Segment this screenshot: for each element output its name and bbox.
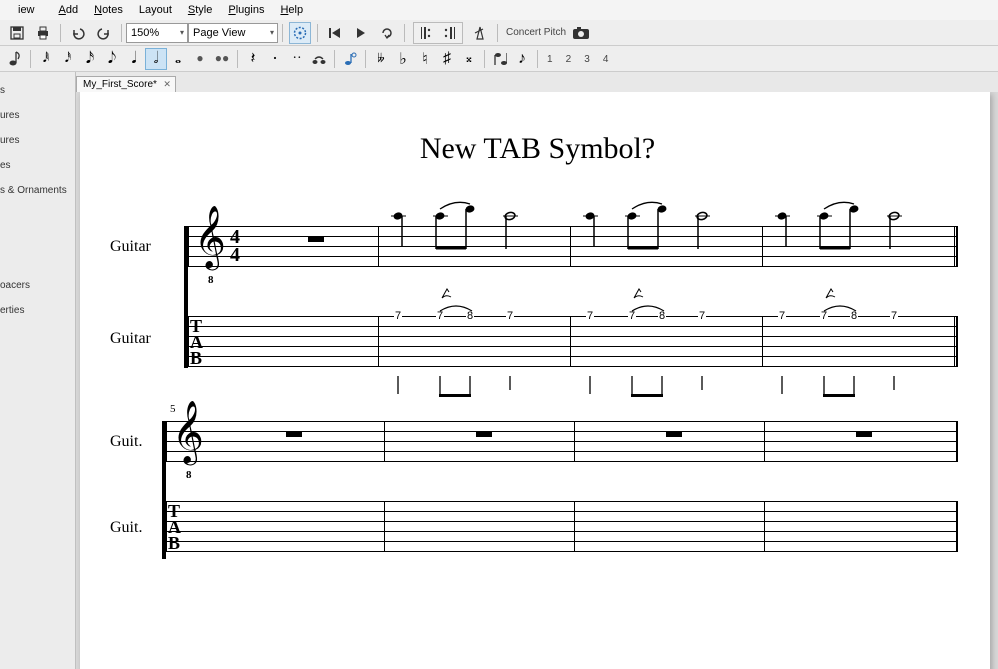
whole-rest	[476, 432, 492, 437]
menu-plugins[interactable]: PluginsPlugins	[220, 1, 272, 19]
dblflat-button[interactable]: 𝄫	[370, 48, 392, 70]
whole-rest	[666, 432, 682, 437]
palette-item[interactable]: es	[0, 153, 75, 178]
menu-layout[interactable]: Layout	[131, 1, 180, 19]
sharp-button[interactable]: ♯	[436, 48, 458, 70]
print-button[interactable]	[32, 22, 54, 44]
separator	[404, 24, 405, 42]
system-1: Guitar 𝄞 8 44	[110, 226, 965, 366]
toolbar-notes: 𝅘𝅥𝅱 𝅘𝅥𝅰 𝅘𝅥𝅯 𝅘𝅥𝅮 𝅘𝅥 𝅗𝅥 𝅝 ● ●● 𝄽 · ·· 𝄫 ♭ …	[0, 46, 998, 72]
menu-view[interactable]: iew	[2, 1, 51, 19]
note-8-button[interactable]: 𝅘𝅥𝅮	[101, 48, 123, 70]
separator	[60, 24, 61, 42]
note-4-button[interactable]: 𝅘𝅥	[123, 48, 145, 70]
voice-3-button[interactable]: 3	[579, 54, 595, 65]
standard-staff[interactable]: 𝄞 8	[166, 421, 958, 461]
score-canvas[interactable]: New TAB Symbol? Guitar 𝄞 8 44	[76, 92, 998, 669]
document-tab-label: My_First_Score*	[83, 79, 157, 90]
menubar: iew AAdddd NotesNotes Layout StyleStyle …	[0, 0, 998, 20]
tab-numbers: 7 7 8 7 7 7 8 7 7 7 8 7	[188, 316, 958, 366]
treble-clef: 𝄞	[172, 401, 204, 464]
dot2-button[interactable]: ··	[286, 48, 308, 70]
palette-item[interactable]: oacers	[0, 273, 75, 298]
voice-2-button[interactable]: 2	[561, 54, 577, 65]
note-ddot-button[interactable]: ●●	[211, 48, 233, 70]
separator	[365, 50, 366, 68]
system-2: 5 Guit. 𝄞 8 Guit.	[110, 421, 965, 551]
instrument-label: Guit.	[110, 433, 142, 451]
palette-item[interactable]: ures	[0, 103, 75, 128]
whole-rest	[856, 432, 872, 437]
palette-item[interactable]: erties	[0, 298, 75, 323]
separator	[334, 50, 335, 68]
tie-button[interactable]	[308, 48, 330, 70]
metronome2-button[interactable]	[469, 22, 491, 44]
menu-help[interactable]: HelpHelp	[272, 1, 311, 19]
palette-sidebar: s ures ures es s & Ornaments oacers erti…	[0, 72, 76, 669]
note-input-button[interactable]	[4, 48, 26, 70]
voice-4-button[interactable]: 4	[598, 54, 614, 65]
tab-rhythm	[188, 374, 958, 404]
separator	[537, 50, 538, 68]
document-tab[interactable]: My_First_Score* ✕	[76, 76, 176, 92]
separator	[121, 24, 122, 42]
voice-1-button[interactable]: 1	[542, 54, 558, 65]
clef-octave: 8	[186, 469, 192, 481]
menu-style[interactable]: StyleStyle	[180, 1, 220, 19]
note-64-button[interactable]: 𝅘𝅥𝅱	[35, 48, 57, 70]
zoom-combo[interactable]: 150%▾	[126, 23, 188, 43]
play-button[interactable]	[350, 22, 372, 44]
menu-add[interactable]: AAdddd	[51, 1, 87, 19]
note-dot-button[interactable]: ●	[189, 48, 211, 70]
separator	[484, 50, 485, 68]
rest-button[interactable]: 𝄽	[242, 48, 264, 70]
repeat-start-button[interactable]	[418, 22, 436, 44]
grace-button[interactable]: ♪	[511, 48, 533, 70]
save-button[interactable]	[6, 22, 28, 44]
metronome-button[interactable]	[289, 22, 311, 44]
flip-stem-button[interactable]	[489, 48, 511, 70]
instrument-label: Guit.	[110, 519, 142, 537]
note-32-button[interactable]: 𝅘𝅥𝅰	[57, 48, 79, 70]
score-page: New TAB Symbol? Guitar 𝄞 8 44	[80, 92, 990, 669]
tab-staff[interactable]: TAB	[166, 501, 958, 551]
natural-button[interactable]: ♮	[414, 48, 436, 70]
loop-button[interactable]	[376, 22, 398, 44]
palette-item[interactable]: s & Ornaments	[0, 178, 75, 203]
note-2-button[interactable]: 𝅗𝅥	[145, 48, 167, 70]
separator	[30, 50, 31, 68]
close-tab-button[interactable]: ✕	[163, 79, 171, 90]
dot-button[interactable]: ·	[264, 48, 286, 70]
repeat-group	[413, 22, 463, 44]
note-1-button[interactable]: 𝅝	[167, 48, 189, 70]
note-16-button[interactable]: 𝅘𝅥𝅯	[79, 48, 101, 70]
concert-pitch-toggle[interactable]: Concert Pitch	[502, 27, 570, 38]
clef-octave: 8	[208, 274, 214, 286]
separator	[317, 24, 318, 42]
undo-button[interactable]	[67, 22, 89, 44]
flip-button[interactable]	[339, 48, 361, 70]
palette-item[interactable]: ures	[0, 128, 75, 153]
rewind-button[interactable]	[324, 22, 346, 44]
separator	[237, 50, 238, 68]
separator	[497, 24, 498, 42]
score-title: New TAB Symbol?	[110, 132, 965, 166]
menu-notes[interactable]: NotesNotes	[86, 1, 131, 19]
instrument-label: Guitar	[110, 330, 151, 348]
redo-button[interactable]	[93, 22, 115, 44]
flat-button[interactable]: ♭	[392, 48, 414, 70]
notes-overlay	[188, 191, 958, 271]
instrument-label: Guitar	[110, 238, 151, 256]
palette-item[interactable]: s	[0, 78, 75, 103]
screenshot-button[interactable]	[570, 24, 592, 42]
document-tabstrip: My_First_Score* ✕	[76, 72, 176, 92]
whole-rest	[286, 432, 302, 437]
voice-buttons: 1 2 3 4	[542, 53, 613, 65]
view-combo[interactable]: Page View▾	[188, 23, 278, 43]
separator	[282, 24, 283, 42]
repeat-end-button[interactable]	[440, 22, 458, 44]
tab-clef: TAB	[168, 503, 181, 551]
dblsharp-button[interactable]: 𝄪	[458, 48, 480, 70]
toolbar-main: 150%▾ Page View▾ Concert Pitch	[0, 20, 998, 46]
